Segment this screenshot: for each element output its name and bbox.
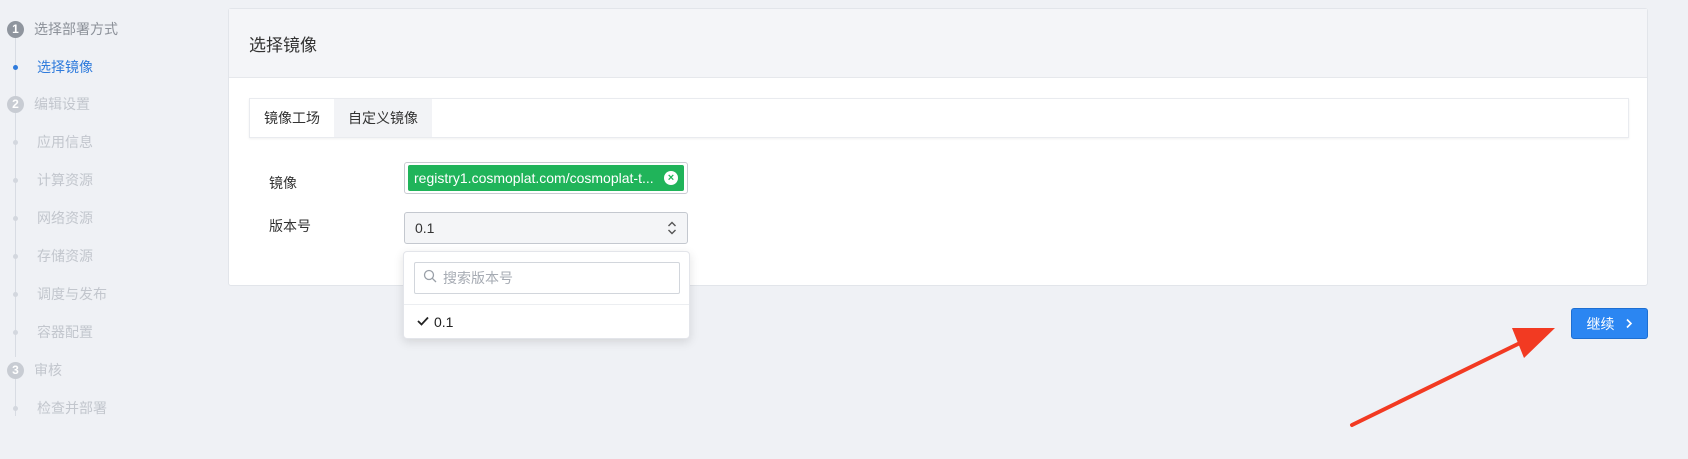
substep-dot <box>13 64 18 70</box>
continue-button-label: 继续 <box>1586 315 1615 332</box>
stepper-line <box>15 113 16 357</box>
substep-dot <box>13 177 18 183</box>
step-label: 选择部署方式 <box>34 21 118 37</box>
substep-label: 应用信息 <box>37 134 93 150</box>
substep-dot <box>13 329 18 335</box>
step-label: 编辑设置 <box>34 96 90 112</box>
version-search-field[interactable] <box>414 262 680 294</box>
step-number: 1 <box>7 20 24 38</box>
version-dropdown: 0.1 <box>403 251 690 339</box>
image-tag: registry1.cosmoplat.com/cosmoplat-t... × <box>408 165 684 191</box>
step-label: 审核 <box>34 362 62 378</box>
substep-dot <box>13 215 18 221</box>
chevron-up-down-icon <box>667 220 677 239</box>
image-source-tabs: 镜像工场 自定义镜像 <box>249 98 1629 138</box>
substep-dot <box>13 253 18 259</box>
substep-dot <box>13 405 18 411</box>
version-select-value: 0.1 <box>415 220 435 236</box>
search-icon <box>423 269 437 288</box>
continue-button[interactable]: 继续 <box>1571 308 1648 339</box>
substep-label: 选择镜像 <box>37 59 93 75</box>
tab-custom-image[interactable]: 自定义镜像 <box>334 99 432 137</box>
substep-label: 容器配置 <box>37 324 93 340</box>
substep-label: 检查并部署 <box>37 400 107 416</box>
tab-image-factory[interactable]: 镜像工场 <box>250 99 334 137</box>
image-tag-input[interactable]: registry1.cosmoplat.com/cosmoplat-t... × <box>404 162 688 194</box>
version-search-input[interactable] <box>443 270 663 286</box>
version-select[interactable]: 0.1 <box>404 212 688 244</box>
substep-dot <box>13 139 18 145</box>
image-tag-text: registry1.cosmoplat.com/cosmoplat-t... <box>414 170 654 186</box>
image-field-label: 镜像 <box>269 175 297 191</box>
chevron-right-icon <box>1625 316 1633 332</box>
version-option-label: 0.1 <box>434 314 454 330</box>
substep-label: 调度与发布 <box>37 286 107 302</box>
close-icon[interactable]: × <box>664 171 678 185</box>
card-header: 选择镜像 <box>229 9 1647 78</box>
deploy-stepper: 1 选择部署方式 选择镜像 2 编辑设置 应用信息 计算资源 网络资源 存储资源… <box>0 0 220 459</box>
version-field-label: 版本号 <box>269 218 311 234</box>
step-number: 2 <box>7 95 24 113</box>
version-option[interactable]: 0.1 <box>404 305 689 339</box>
substep-label: 存储资源 <box>37 248 93 264</box>
page-title: 选择镜像 <box>249 35 317 55</box>
substep-label: 网络资源 <box>37 210 93 226</box>
select-image-card: 选择镜像 镜像工场 自定义镜像 镜像 registry1.cosmoplat.c… <box>228 8 1648 286</box>
substep-dot <box>13 291 18 297</box>
step-number: 3 <box>7 361 24 379</box>
substep-label: 计算资源 <box>37 172 93 188</box>
checkmark-icon <box>416 314 430 330</box>
